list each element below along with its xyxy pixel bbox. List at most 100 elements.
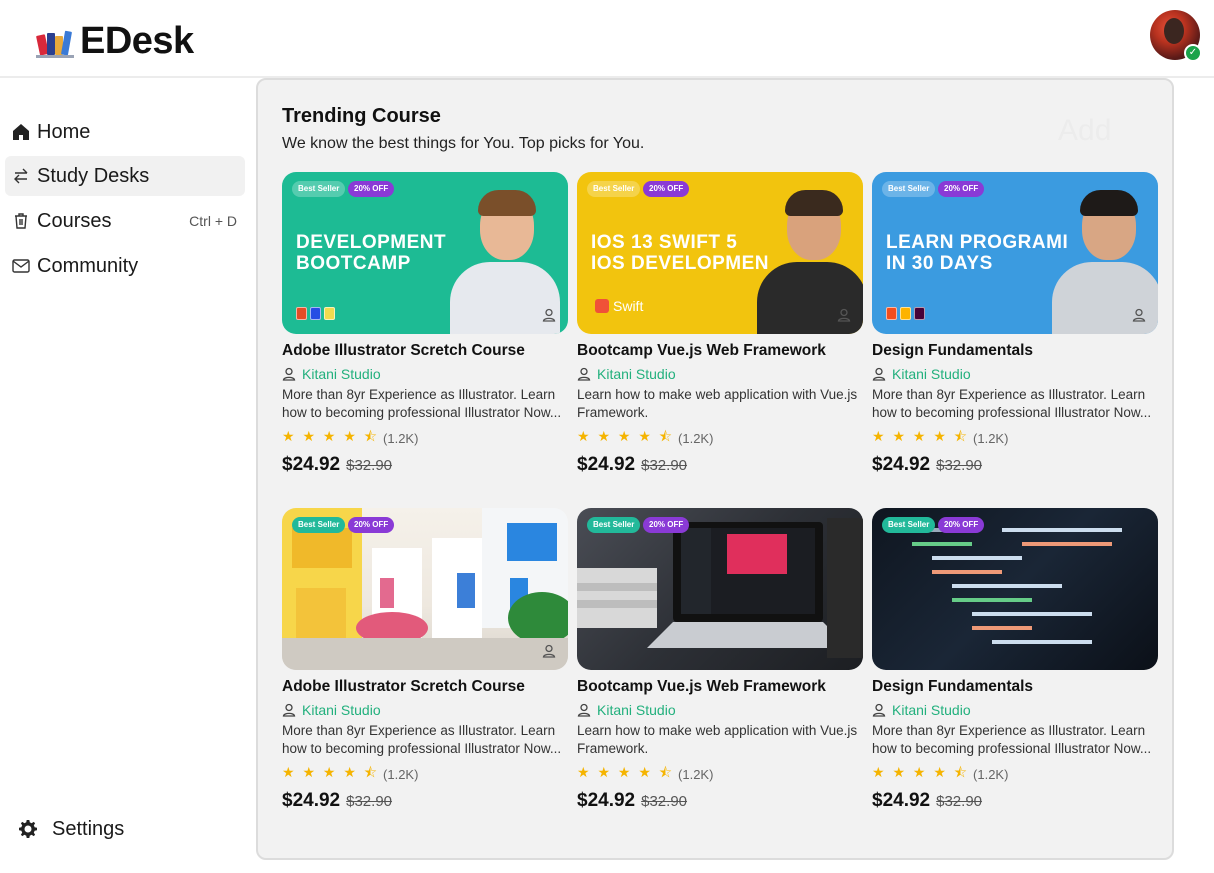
course-card[interactable]: Best Seller 20% OFF LEARN PROGRAMI IN 30 … <box>872 172 1158 476</box>
sidebar-item-study-desks[interactable]: Study Desks <box>5 156 245 196</box>
course-card[interactable]: Best Seller 20% OFF Adobe Illustrator Sc… <box>282 508 568 812</box>
original-price: $32.90 <box>641 793 688 810</box>
rating-count: (1.2K) <box>973 430 1009 446</box>
section-title: Trending Course <box>282 105 441 127</box>
price-row: $24.92 $32.90 <box>577 790 863 812</box>
user-icon <box>282 367 296 381</box>
js-icon <box>324 307 335 320</box>
top-bar: EDesk ✓ <box>0 0 1214 78</box>
xd-icon <box>914 307 925 320</box>
swap-arrows-icon <box>9 164 33 188</box>
course-thumbnail: Best Seller 20% OFF <box>282 508 568 670</box>
mail-icon <box>9 254 33 278</box>
author-name: Kitani Studio <box>597 366 676 382</box>
sidebar-item-courses[interactable]: Courses Ctrl + D <box>5 201 245 241</box>
star-rating-icons: ★ ★ ★ ★ ⯪ <box>577 764 675 780</box>
settings-label: Settings <box>52 817 125 840</box>
course-author[interactable]: Kitani Studio <box>872 702 1158 718</box>
course-title: Adobe Illustrator Scretch Course <box>282 678 525 695</box>
discount-badge: 20% OFF <box>348 517 395 533</box>
thumbnail-headline: IOS 13 SWIFT 5 IOS DEVELOPMEN <box>591 232 770 274</box>
sidebar-item-home[interactable]: Home <box>5 112 245 152</box>
app-name: EDesk <box>80 20 194 62</box>
user-icon <box>1132 308 1146 322</box>
course-author[interactable]: Kitani Studio <box>577 702 863 718</box>
rating-count: (1.2K) <box>678 430 714 446</box>
course-title: Adobe Illustrator Scretch Course <box>282 342 525 359</box>
css-icon <box>310 307 321 320</box>
price-row: $24.92 $32.90 <box>872 454 1158 476</box>
user-icon <box>577 367 591 381</box>
author-name: Kitani Studio <box>302 702 381 718</box>
best-seller-badge: Best Seller <box>292 517 346 533</box>
course-thumbnail: Best Seller 20% OFF <box>577 508 863 670</box>
course-card[interactable]: Best Seller 20% OFF IOS 13 SWIFT 5 IOS DE… <box>577 172 863 476</box>
original-price: $32.90 <box>346 457 393 474</box>
course-title: Bootcamp Vue.js Web Framework <box>577 678 826 695</box>
thumbnail-headline: DEVELOPMENT BOOTCAMP <box>296 232 447 274</box>
user-icon <box>837 308 851 322</box>
star-rating-icons: ★ ★ ★ ★ ⯪ <box>872 764 970 780</box>
settings-button[interactable]: Settings <box>16 817 124 841</box>
sidebar-item-label: Home <box>37 120 91 143</box>
current-price: $24.92 <box>282 454 341 475</box>
best-seller-badge: Best Seller <box>882 181 936 197</box>
course-description: More than 8yr Experience as Illustrator.… <box>282 387 562 420</box>
user-icon <box>542 308 556 322</box>
course-thumbnail: Best Seller 20% OFF LEARN PROGRAMI IN 30 … <box>872 172 1158 334</box>
app-logo[interactable]: EDesk <box>36 22 194 60</box>
course-description: More than 8yr Experience as Illustrator.… <box>872 723 1152 756</box>
course-thumbnail: Best Seller 20% OFF IOS 13 SWIFT 5 IOS DE… <box>577 172 863 334</box>
price-row: $24.92 $32.90 <box>872 790 1158 812</box>
course-card[interactable]: Best Seller 20% OFF Bootcamp Vue.js Web … <box>577 508 863 812</box>
add-button-ghost[interactable]: Add <box>1058 114 1111 148</box>
course-author[interactable]: Kitani Studio <box>872 366 1158 382</box>
original-price: $32.90 <box>346 793 393 810</box>
user-avatar[interactable]: ✓ <box>1150 10 1202 62</box>
trash-icon <box>9 209 33 233</box>
current-price: $24.92 <box>872 790 931 811</box>
course-author[interactable]: Kitani Studio <box>282 702 568 718</box>
author-name: Kitani Studio <box>892 702 971 718</box>
star-rating-icons: ★ ★ ★ ★ ⯪ <box>872 428 970 444</box>
course-card[interactable]: Best Seller 20% OFF DEVELOPMENT BOOTCAMP … <box>282 172 568 476</box>
trending-course-panel: Trending Course We know the best things … <box>256 78 1174 860</box>
rating-count: (1.2K) <box>383 430 419 446</box>
author-name: Kitani Studio <box>892 366 971 382</box>
gear-icon <box>16 817 40 841</box>
course-rating: ★ ★ ★ ★ ⯪ (1.2K) <box>577 426 863 450</box>
rating-count: (1.2K) <box>383 766 419 782</box>
best-seller-badge: Best Seller <box>292 181 346 197</box>
star-rating-icons: ★ ★ ★ ★ ⯪ <box>282 764 380 780</box>
rating-count: (1.2K) <box>678 766 714 782</box>
user-icon <box>872 703 886 717</box>
course-author[interactable]: Kitani Studio <box>282 366 568 382</box>
course-author[interactable]: Kitani Studio <box>577 366 863 382</box>
course-rating: ★ ★ ★ ★ ⯪ (1.2K) <box>282 426 568 450</box>
price-row: $24.92 $32.90 <box>282 790 568 812</box>
original-price: $32.90 <box>641 457 688 474</box>
sidebar-item-community[interactable]: Community <box>5 246 245 286</box>
swift-logo: Swift <box>595 298 643 314</box>
course-rating: ★ ★ ★ ★ ⯪ (1.2K) <box>577 762 863 786</box>
tech-stack-icons <box>886 307 925 320</box>
html-icon <box>296 307 307 320</box>
course-title: Design Fundamentals <box>872 342 1034 359</box>
user-icon <box>542 644 556 658</box>
course-thumbnail: Best Seller 20% OFF <box>872 508 1158 670</box>
current-price: $24.92 <box>577 454 636 475</box>
course-thumbnail: Best Seller 20% OFF DEVELOPMENT BOOTCAMP <box>282 172 568 334</box>
course-description: Learn how to make web application with V… <box>577 387 858 420</box>
sidebar-item-label: Courses <box>37 209 112 232</box>
best-seller-badge: Best Seller <box>587 517 641 533</box>
discount-badge: 20% OFF <box>348 181 395 197</box>
course-rating: ★ ★ ★ ★ ⯪ (1.2K) <box>282 762 568 786</box>
course-title: Bootcamp Vue.js Web Framework <box>577 342 826 359</box>
avatar-silhouette <box>1164 18 1184 44</box>
original-price: $32.90 <box>936 793 983 810</box>
tech-stack-icons <box>296 307 335 320</box>
original-price: $32.90 <box>936 457 983 474</box>
best-seller-badge: Best Seller <box>882 517 936 533</box>
course-card[interactable]: Best Seller 20% OFF Design Fundamentals … <box>872 508 1158 812</box>
course-description: Learn how to make web application with V… <box>577 723 858 756</box>
